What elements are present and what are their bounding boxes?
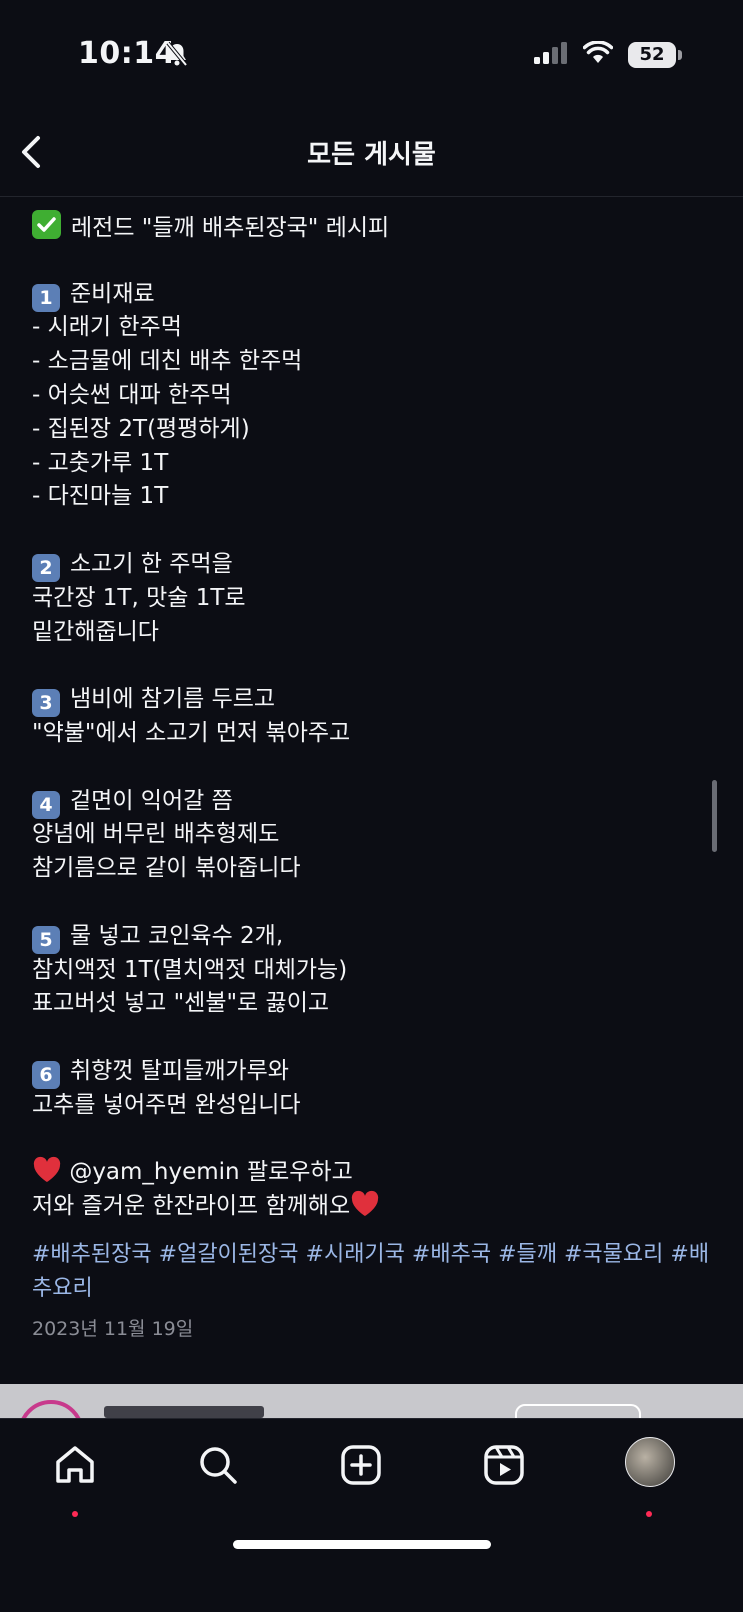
number-badge-icon: 6 bbox=[32, 1060, 60, 1089]
caption-line-text: 준비재료 bbox=[70, 280, 155, 307]
nav-header: 모든 게시물 bbox=[0, 110, 743, 197]
status-bar: 10:14 52 bbox=[0, 0, 743, 110]
wifi-icon bbox=[582, 40, 614, 69]
reels-icon bbox=[484, 1445, 524, 1485]
page-title: 모든 게시물 bbox=[307, 140, 436, 170]
caption-line: 참기름으로 같이 볶아줍니다 bbox=[32, 852, 712, 886]
caption-line-text: 양념에 버무린 배추형제도 bbox=[32, 821, 280, 848]
caption-line: - 집된장 2T(평평하게) bbox=[32, 413, 712, 447]
hashtag-link[interactable]: #국물요리 bbox=[564, 1242, 663, 1267]
caption-line: - 고춧가루 1T bbox=[32, 447, 712, 481]
caption-line: "약불"에서 소고기 먼저 볶아주고 bbox=[32, 717, 712, 751]
battery-cap bbox=[678, 50, 682, 60]
caption-line: - 어슷썬 대파 한주먹 bbox=[32, 379, 712, 413]
caption-line-text: - 소금물에 데친 배추 한주먹 bbox=[32, 348, 303, 375]
caption-line-text: 표고버섯 넣고 "센불"로 끓이고 bbox=[32, 990, 330, 1017]
battery-level: 52 bbox=[628, 42, 676, 68]
caption-line-text: 물 넣고 코인육수 2개, bbox=[70, 922, 284, 949]
caption-line-text: - 다진마늘 1T bbox=[32, 483, 169, 510]
caption-line-text: 고추를 넣어주면 완성입니다 bbox=[32, 1091, 301, 1118]
hashtag-link[interactable]: #배추된장국 bbox=[32, 1242, 152, 1267]
silent-bell-icon bbox=[166, 41, 188, 71]
check-mark-icon bbox=[32, 210, 61, 239]
caption-line-text: 밑간해줍니다 bbox=[32, 618, 159, 645]
caption-line-text: 레전드 "들깨 배추된장국" 레시피 bbox=[71, 215, 390, 241]
caption-line-text: - 집된장 2T(평평하게) bbox=[32, 415, 250, 442]
caption-line-text: @yam_hyemin 팔로우하고 bbox=[69, 1159, 353, 1186]
caption-line: 3 냄비에 참기름 두르고 bbox=[32, 683, 712, 718]
caption-line-text: - 어슷썬 대파 한주먹 bbox=[32, 381, 232, 408]
heart-icon bbox=[350, 1190, 380, 1229]
next-post-header bbox=[0, 1384, 743, 1418]
caption-line-text: 소고기 한 주먹을 bbox=[70, 550, 233, 577]
caption-line: 1 준비재료 bbox=[32, 278, 712, 312]
caption-line: 저와 즐거운 한잔라이프 함께해오 bbox=[32, 1190, 712, 1224]
caption-line bbox=[32, 514, 712, 548]
caption-line bbox=[32, 1021, 712, 1055]
caption-line: 5 물 넣고 코인육수 2개, bbox=[32, 920, 712, 954]
caption-line: 4 겉면이 익어갈 쯤 bbox=[32, 785, 712, 819]
caption-line: - 소금물에 데친 배추 한주먹 bbox=[32, 345, 712, 379]
hashtag-link[interactable]: #들깨 bbox=[498, 1242, 557, 1267]
cellular-signal-icon bbox=[534, 42, 568, 68]
next-post-follow-button[interactable] bbox=[515, 1404, 641, 1418]
next-post-avatar[interactable] bbox=[18, 1400, 84, 1418]
caption-line: @yam_hyemin 팔로우하고 bbox=[32, 1156, 712, 1190]
tab-search[interactable] bbox=[188, 1435, 248, 1495]
caption-line-text: 저와 즐거운 한잔라이프 함께해오 bbox=[32, 1193, 351, 1220]
caption-lines: 레전드 "들깨 배추된장국" 레시피 1 준비재료 - 시래기 한주먹 - 소금물에 데… bbox=[32, 210, 712, 1224]
number-badge-icon: 2 bbox=[32, 553, 60, 582]
home-notification-dot bbox=[72, 1511, 78, 1517]
tab-create[interactable] bbox=[331, 1435, 391, 1495]
hashtag-link[interactable]: #얼갈이된장국 bbox=[159, 1242, 299, 1267]
hashtag-link[interactable]: #배추국 bbox=[412, 1242, 491, 1267]
hashtag-link[interactable]: #시래기국 bbox=[306, 1242, 405, 1267]
number-badge-icon: 4 bbox=[32, 790, 60, 819]
caption-line-text: 취향껏 탈피들깨가루와 bbox=[70, 1057, 289, 1084]
profile-notification-dot bbox=[646, 1511, 652, 1517]
tab-profile-avatar[interactable] bbox=[625, 1437, 675, 1487]
post-date: 2023년 11월 19일 bbox=[32, 1317, 194, 1340]
caption-line: - 시래기 한주먹 bbox=[32, 311, 712, 345]
caption-line: 양념에 버무린 배추형제도 bbox=[32, 818, 712, 852]
caption-line-text: - 고춧가루 1T bbox=[32, 449, 169, 476]
hashtag-list: #배추된장국 #얼갈이된장국 #시래기국 #배추국 #들깨 #국물요리 #배추요… bbox=[32, 1238, 712, 1306]
number-badge-icon: 3 bbox=[32, 689, 60, 718]
next-post-username[interactable] bbox=[104, 1406, 264, 1418]
caption-line-text: 겉면이 익어갈 쯤 bbox=[70, 787, 233, 814]
caption-line: 표고버섯 넣고 "센불"로 끓이고 bbox=[32, 987, 712, 1021]
scrollbar[interactable] bbox=[712, 780, 717, 852]
caption-line: 레전드 "들깨 배추된장국" 레시피 bbox=[32, 210, 712, 244]
tab-reels[interactable] bbox=[474, 1435, 534, 1495]
caption-line-text: 참기름으로 같이 볶아줍니다 bbox=[32, 855, 301, 882]
caption-line bbox=[32, 649, 712, 683]
home-indicator[interactable] bbox=[233, 1540, 491, 1549]
post-caption: 레전드 "들깨 배추된장국" 레시피 1 준비재료 - 시래기 한주먹 - 소금물에 데… bbox=[32, 210, 712, 1341]
caption-line: - 다진마늘 1T bbox=[32, 480, 712, 514]
caption-line-text: 냄비에 참기름 두르고 bbox=[70, 686, 276, 713]
caption-line: 2 소고기 한 주먹을 bbox=[32, 548, 712, 582]
caption-line: 고추를 넣어주면 완성입니다 bbox=[32, 1089, 712, 1123]
caption-line bbox=[32, 1123, 712, 1157]
status-time: 10:14 bbox=[78, 36, 176, 71]
caption-line-text: 국간장 1T, 맛술 1T로 bbox=[32, 584, 246, 611]
create-icon bbox=[341, 1445, 381, 1485]
caption-line-text: "약불"에서 소고기 먼저 볶아주고 bbox=[32, 719, 351, 746]
caption-line-text: - 시래기 한주먹 bbox=[32, 314, 182, 341]
caption-line: 6 취향껏 탈피들깨가루와 bbox=[32, 1055, 712, 1089]
caption-line bbox=[32, 244, 712, 278]
search-icon bbox=[200, 1447, 237, 1484]
tab-home[interactable] bbox=[45, 1435, 105, 1495]
caption-line: 국간장 1T, 맛술 1T로 bbox=[32, 582, 712, 616]
bottom-tab-bar bbox=[0, 1418, 743, 1612]
caption-line: 밑간해줍니다 bbox=[32, 616, 712, 650]
caption-line-text: 참치액젓 1T(멸치액젓 대체가능) bbox=[32, 956, 348, 983]
caption-line bbox=[32, 751, 712, 785]
home-icon bbox=[56, 1446, 94, 1483]
caption-line bbox=[32, 886, 712, 920]
number-badge-icon: 5 bbox=[32, 925, 60, 954]
number-badge-icon: 1 bbox=[32, 283, 60, 312]
caption-line: 참치액젓 1T(멸치액젓 대체가능) bbox=[32, 954, 712, 988]
